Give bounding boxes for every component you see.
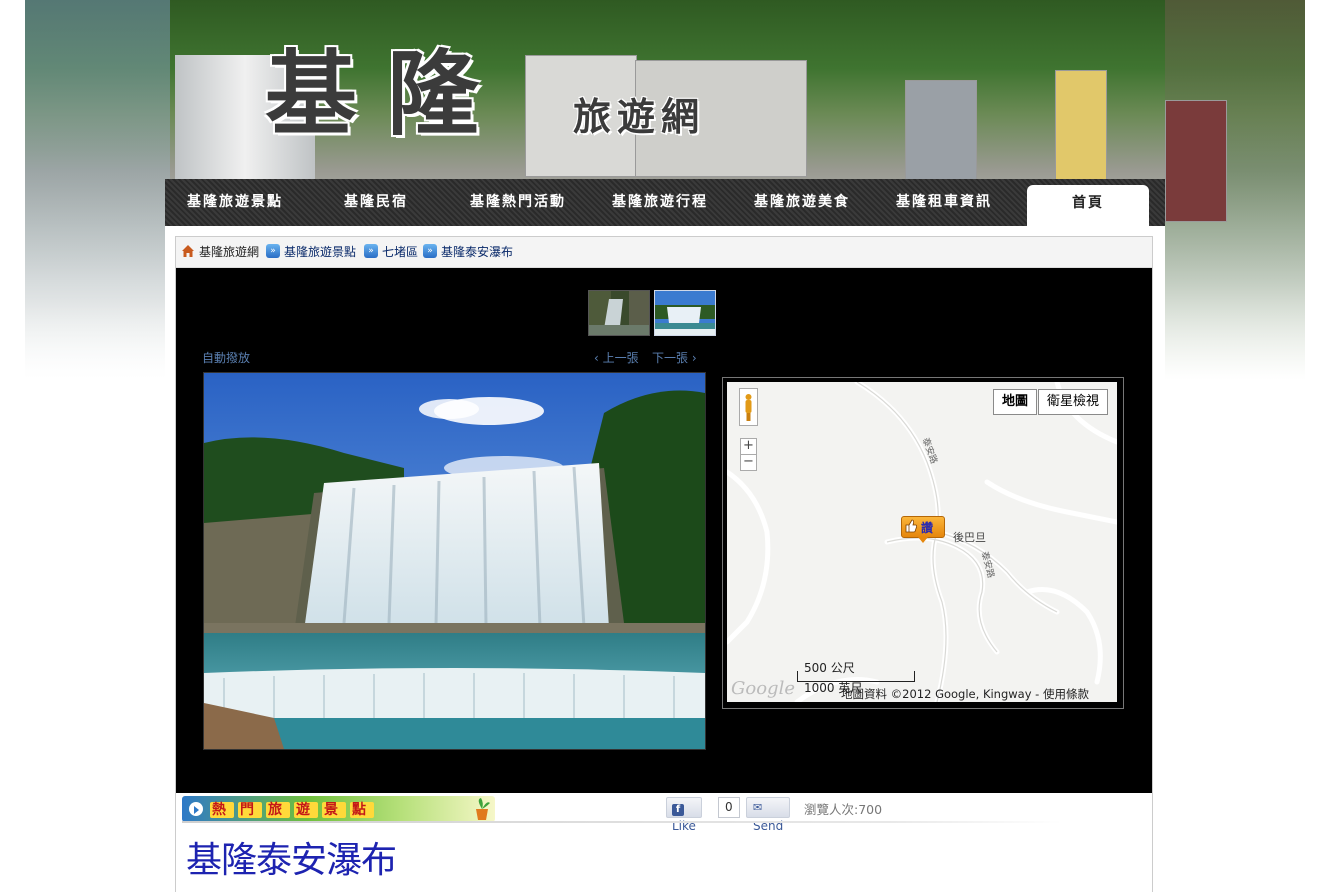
breadcrumb: 基隆旅遊網 » 基隆旅遊景點 » 七堵區 » 基隆泰安瀑布 xyxy=(176,237,1152,268)
building xyxy=(1165,100,1227,222)
potted-plant-icon xyxy=(476,798,490,820)
page-title: 基隆泰安瀑布 xyxy=(186,840,397,881)
map-type-map-button[interactable]: 地圖 xyxy=(993,389,1038,415)
view-count: 瀏覽人次:700 xyxy=(804,802,883,817)
home-icon[interactable] xyxy=(181,244,195,258)
facebook-send-button[interactable]: ✉ Send xyxy=(746,797,791,833)
hot-attractions-banner[interactable]: 熱門旅遊景點 xyxy=(182,796,495,822)
speech-bubble-icon: ✉ xyxy=(753,801,763,814)
breadcrumb-current: 基隆泰安瀑布 xyxy=(441,245,514,259)
gallery-thumbnail-selected[interactable] xyxy=(654,290,716,336)
nav-item-attractions[interactable]: 基隆旅遊景點 xyxy=(165,179,305,226)
nav-item-car-rental[interactable]: 基隆租車資訊 xyxy=(873,179,1015,226)
building xyxy=(905,80,977,180)
site-logo-main: 基隆 xyxy=(265,40,510,148)
divider xyxy=(182,821,1062,823)
gallery-thumbnail[interactable] xyxy=(588,290,650,336)
double-arrow-icon: » xyxy=(266,244,280,258)
hot-attractions-title: 熱門旅遊景點 xyxy=(210,802,374,818)
site-logo-sub: 旅遊網 xyxy=(573,94,706,139)
autoplay-button[interactable]: 自動撥放 xyxy=(202,349,250,366)
main-photo-waterfall xyxy=(203,372,706,750)
breadcrumb-item[interactable]: 基隆旅遊景點 xyxy=(284,245,356,259)
building xyxy=(1055,70,1107,180)
google-logo[interactable]: Google xyxy=(731,678,795,699)
breadcrumb-item[interactable]: 基隆旅遊網 xyxy=(199,245,259,259)
zoom-in-button[interactable]: + xyxy=(740,438,757,455)
google-map[interactable]: + − 地圖 衛星檢視 泰安路 泰安路 後巴旦 讚 Google 500 公尺 xyxy=(722,377,1124,709)
facebook-like-button[interactable]: f Like xyxy=(666,797,702,833)
map-marker[interactable]: 讚 xyxy=(901,516,945,543)
map-canvas[interactable]: + − 地圖 衛星檢視 泰安路 泰安路 後巴旦 讚 Google 500 公尺 xyxy=(727,382,1117,702)
nav-item-activities[interactable]: 基隆熱門活動 xyxy=(447,179,589,226)
map-type-satellite-button[interactable]: 衛星檢視 xyxy=(1038,389,1109,415)
place-label: 後巴旦 xyxy=(953,531,986,544)
harbor-image-area xyxy=(25,0,170,380)
prev-button[interactable]: ‹ 上一張 xyxy=(594,349,639,366)
gallery-stage: 自動撥放 ‹ 上一張 下一張 › + − 地圖 衛星檢視 泰安路 泰安路 後巴旦… xyxy=(176,268,1152,793)
like-count: 0 xyxy=(718,797,740,818)
double-arrow-icon: » xyxy=(364,244,378,258)
info-band: 熱門旅遊景點 f Like 0 ✉ Send 瀏覽人次:700 xyxy=(176,793,1152,833)
map-attribution[interactable]: 地圖資料 ©2012 Google, Kingway - 使用條款 xyxy=(841,686,1089,702)
breadcrumb-item[interactable]: 七堵區 xyxy=(382,245,418,259)
double-arrow-icon: » xyxy=(423,244,437,258)
thumbs-up-icon xyxy=(905,519,918,533)
nav-item-bnb[interactable]: 基隆民宿 xyxy=(305,179,447,226)
street-view-pegman-icon[interactable] xyxy=(739,388,758,426)
play-icon xyxy=(189,802,203,816)
marker-label: 讚 xyxy=(921,521,934,535)
scale-label-metric: 500 公尺 xyxy=(804,661,855,675)
main-frame: 基隆旅遊網 » 基隆旅遊景點 » 七堵區 » 基隆泰安瀑布 自動撥放 ‹ 上一張… xyxy=(175,236,1153,892)
next-button[interactable]: 下一張 › xyxy=(652,349,697,366)
nav-item-itinerary[interactable]: 基隆旅遊行程 xyxy=(589,179,731,226)
main-nav: 基隆旅遊景點 基隆民宿 基隆熱門活動 基隆旅遊行程 基隆旅遊美食 基隆租車資訊 … xyxy=(165,179,1165,226)
facebook-icon: f xyxy=(672,804,684,816)
nav-item-home[interactable]: 首頁 xyxy=(1027,185,1149,226)
nav-item-food[interactable]: 基隆旅遊美食 xyxy=(731,179,873,226)
zoom-out-button[interactable]: − xyxy=(740,454,757,471)
